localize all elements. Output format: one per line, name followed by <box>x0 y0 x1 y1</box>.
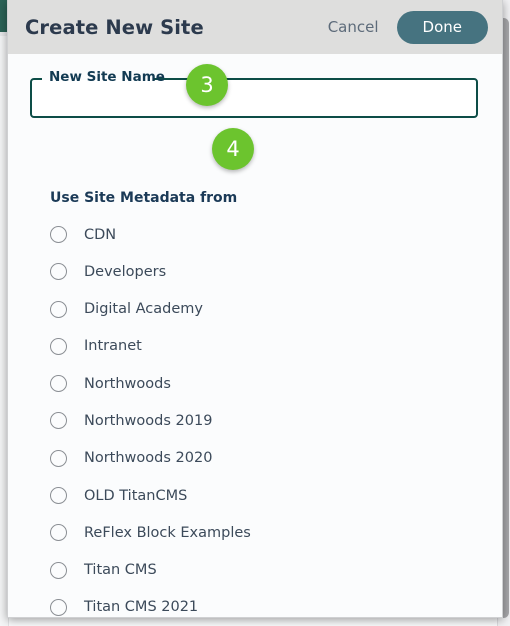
done-button[interactable]: Done <box>396 10 488 44</box>
radio-icon[interactable] <box>50 449 67 467</box>
dialog-header: Create New Site Cancel Done <box>8 0 502 54</box>
radio-option-label: ReFlex Block Examples <box>84 524 251 541</box>
radio-option-label: OLD TitanCMS <box>84 487 188 504</box>
radio-option-developers[interactable]: Developers <box>50 259 450 284</box>
radio-option-label: Intranet <box>84 338 142 355</box>
radio-option-cdn[interactable]: CDN <box>50 222 450 247</box>
dialog-title: Create New Site <box>25 15 204 39</box>
radio-option-label: Digital Academy <box>84 301 203 318</box>
radio-icon[interactable] <box>50 524 67 542</box>
radio-option-titan-cms[interactable]: Titan CMS <box>50 558 450 583</box>
new-site-name-input[interactable] <box>32 80 476 116</box>
radio-option-label: Developers <box>84 263 167 280</box>
radio-option-northwoods-2020[interactable]: Northwoods 2020 <box>50 446 450 471</box>
metadata-radio-group: CDN Developers Digital Academy Intranet Nort… <box>50 222 450 617</box>
radio-icon[interactable] <box>50 300 67 318</box>
radio-option-old-titancms[interactable]: OLD TitanCMS <box>50 483 450 508</box>
step-badge-3: 3 <box>186 64 228 106</box>
radio-icon[interactable] <box>50 337 67 355</box>
radio-option-reflex-block-examples[interactable]: ReFlex Block Examples <box>50 520 450 545</box>
radio-icon[interactable] <box>50 561 67 579</box>
radio-option-digital-academy[interactable]: Digital Academy <box>50 297 450 322</box>
radio-option-label: Northwoods <box>84 375 171 392</box>
create-new-site-dialog: Create New Site Cancel Done New Site Nam… <box>7 0 503 618</box>
radio-option-label: CDN <box>84 226 117 243</box>
radio-icon[interactable] <box>50 375 67 393</box>
radio-option-northwoods-2019[interactable]: Northwoods 2019 <box>50 408 450 433</box>
metadata-group-label: Use Site Metadata from <box>50 190 238 206</box>
radio-option-northwoods[interactable]: Northwoods <box>50 371 450 396</box>
step-badge-4: 4 <box>212 128 254 170</box>
radio-option-label: Titan CMS <box>84 562 157 579</box>
new-site-name-field: New Site Name <box>30 69 478 118</box>
radio-option-titan-cms-2021[interactable]: Titan CMS 2021 <box>50 595 450 617</box>
radio-icon[interactable] <box>50 487 67 505</box>
dialog-body: New Site Name Use Site Metadata from CDN… <box>8 54 502 617</box>
radio-option-intranet[interactable]: Intranet <box>50 334 450 359</box>
cancel-button[interactable]: Cancel <box>318 13 389 41</box>
radio-option-label: Northwoods 2019 <box>84 412 213 429</box>
radio-option-label: Northwoods 2020 <box>84 450 213 467</box>
radio-icon[interactable] <box>50 598 67 616</box>
radio-icon[interactable] <box>50 412 67 430</box>
radio-icon[interactable] <box>50 226 67 243</box>
radio-option-label: Titan CMS 2021 <box>84 599 199 616</box>
radio-icon[interactable] <box>50 263 67 281</box>
